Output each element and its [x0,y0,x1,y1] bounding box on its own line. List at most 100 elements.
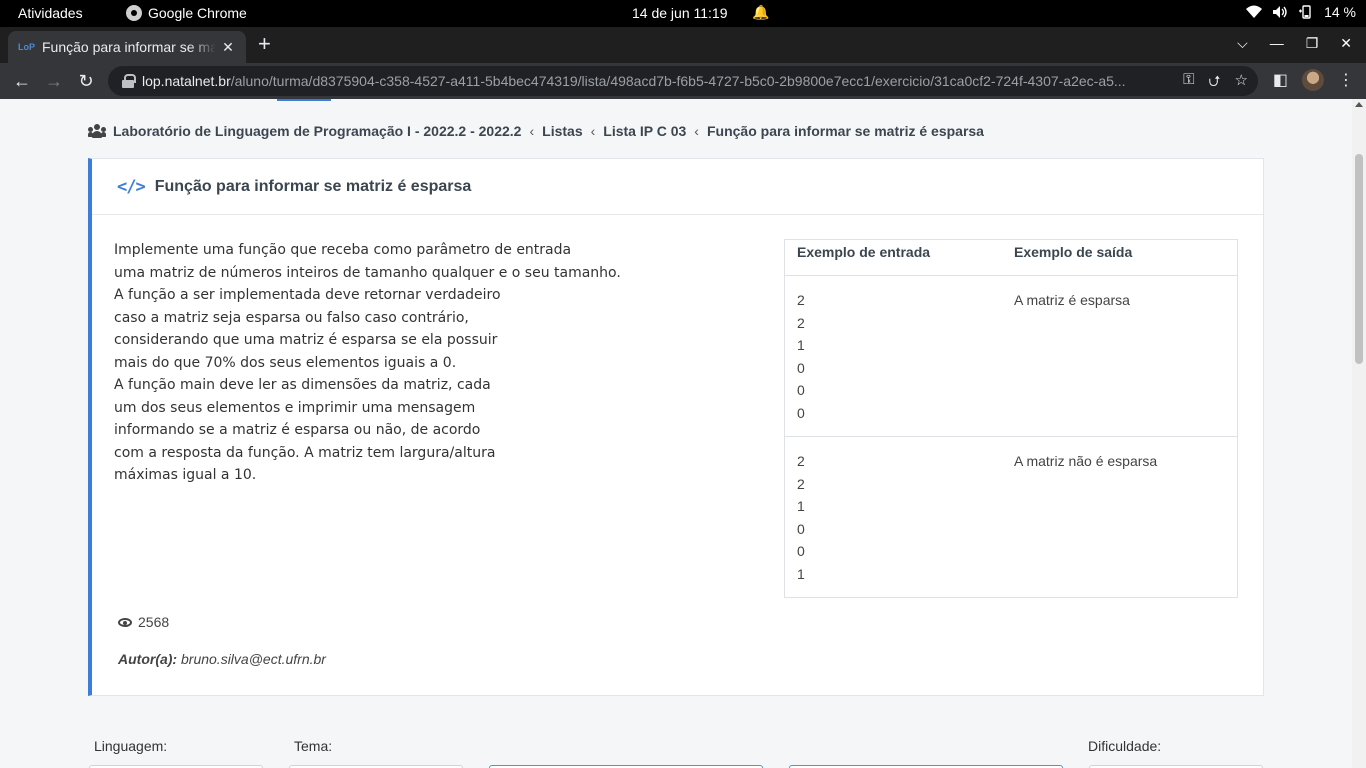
wifi-icon [1246,5,1263,18]
chrome-icon [126,5,142,21]
activities-button[interactable]: Atividades [18,5,83,21]
users-group-icon [88,124,106,138]
lock-icon[interactable] [122,74,136,88]
example-output: A matriz não é esparsa [1014,453,1158,469]
description-line: Implemente uma função que receba como pa… [114,242,572,258]
exercise-title: Função para informar se matriz é esparsa [154,177,472,195]
battery-percent: 14 % [1324,4,1356,20]
description-line: informando se a matriz é esparsa ou não,… [114,422,481,438]
nav-active-underline [277,99,331,101]
side-panel-icon[interactable]: ◧ [1273,70,1288,90]
input-value: 0 [797,382,805,398]
input-value: 1 [797,337,805,353]
menu-kebab-icon[interactable]: ⋮ [1338,70,1354,90]
active-tab[interactable]: LoP Função para informar se matriz é esp… [8,31,246,63]
close-window-icon[interactable]: ✕ [1340,35,1352,52]
restore-icon[interactable]: ❐ [1306,35,1319,52]
scroll-up-arrow-icon[interactable] [1355,102,1363,107]
breadcrumb-list[interactable]: Lista IP C 03 [603,123,686,139]
system-top-bar: Atividades Google Chrome 14 de jun 11:19… [0,0,1366,27]
description-line: com a resposta da função. A matriz tem l… [114,444,496,461]
language-filter-label: Linguagem: [94,738,168,754]
eye-icon [118,617,132,627]
example-output: A matriz é esparsa [1014,292,1130,308]
input-value: 0 [797,404,805,421]
app-menu[interactable]: Google Chrome [126,5,247,21]
browser-toolbar: ← → ↻ lop.natalnet.br /aluno/turma/d8375… [0,63,1366,99]
chevron-left-icon: ‹ [590,123,596,139]
examples-header: Exemplo de entrada Exemplo de saída [785,240,1237,276]
input-value: 2 [797,453,805,469]
new-tab-button[interactable]: + [258,33,271,55]
site-favicon-icon: LoP [18,42,35,52]
description-line: máximas igual a 10. [114,467,257,483]
reload-icon[interactable]: ↻ [74,69,98,93]
input-value: 0 [797,520,805,537]
author-line: Autor(a): bruno.silva@ect.ufrn.br [118,651,326,667]
app-name: Google Chrome [148,5,247,21]
address-bar[interactable]: lop.natalnet.br /aluno/turma/d8375904-c3… [108,66,1258,96]
example-row: 2 2 1 0 0 0 A matriz é esparsa [785,276,1237,437]
breadcrumb-course[interactable]: Laboratório de Linguagem de Programação … [113,123,521,139]
example-input: 2 2 1 0 0 1 [785,450,1002,585]
description-line: considerando que uma matriz é esparsa se… [114,332,498,348]
omnibox-actions: ⚿ ⮍ ☆ [1183,71,1248,96]
description-line: A função a ser implementada deve retorna… [114,287,501,303]
exercise-card: </> Função para informar se matriz é esp… [88,158,1264,696]
input-value: 2 [797,314,805,331]
url-host: lop.natalnet.br [142,73,231,89]
minimize-icon[interactable]: — [1270,35,1284,52]
key-icon[interactable]: ⚿ [1183,71,1194,96]
volume-icon [1273,6,1287,18]
notification-bell-icon: 🔔 [752,4,770,20]
example-row: 2 2 1 0 0 1 A matriz não é esparsa [785,437,1237,597]
difficulty-filter-label: Dificuldade: [1088,738,1162,754]
breadcrumb: Laboratório de Linguagem de Programação … [88,123,984,139]
tab-search-chevron-icon[interactable]: ⌵ [1237,35,1248,52]
input-value: 2 [797,475,805,492]
chevron-left-icon: ‹ [529,123,535,139]
battery-icon [1299,5,1311,19]
breadcrumb-current: Função para informar se matriz é esparsa [706,123,984,139]
back-arrow-icon[interactable]: ← [10,69,34,93]
description-line: caso a matriz seja esparsa ou falso caso… [114,309,469,326]
author-email: bruno.silva@ect.ufrn.br [181,651,326,667]
description-line: A função main deve ler as dimensões da m… [114,377,491,393]
tab-title: Função para informar se matriz é esparsa [42,39,216,55]
example-input: 2 2 1 0 0 0 [785,289,1002,424]
browser-tab-strip: LoP Função para informar se matriz é esp… [0,27,1366,63]
input-value: 0 [797,543,805,559]
view-count: 2568 [118,614,169,630]
toolbar-end: ◧ ⋮ [1273,69,1354,91]
breadcrumb-lists[interactable]: Listas [542,123,582,139]
scrollbar-thumb[interactable] [1355,154,1363,364]
exercise-header: </> Função para informar se matriz é esp… [92,159,1263,215]
theme-filter-label: Tema: [294,738,333,754]
description-line: uma matriz de números inteiros de tamanh… [114,264,621,281]
code-icon: </> [117,176,146,197]
examples-table: Exemplo de entrada Exemplo de saída 2 2 … [784,239,1238,598]
system-tray[interactable]: 14 % [1246,4,1356,20]
share-icon[interactable]: ⮍ [1209,71,1221,96]
header-output: Exemplo de saída [1014,244,1133,260]
input-value: 2 [797,292,805,308]
page-scrollbar[interactable] [1352,99,1366,768]
input-value: 1 [797,498,805,514]
clock[interactable]: 14 de jun 11:19 [632,5,728,21]
input-value: 0 [797,359,805,376]
author-label: Autor(a): [118,651,178,667]
url-path: /aluno/turma/d8375904-c358-4527-a411-5b4… [230,73,1126,89]
forward-arrow-icon[interactable]: → [42,69,66,93]
description-line: mais do que 70% dos seus elementos iguai… [114,354,457,371]
profile-avatar[interactable] [1302,69,1324,91]
chevron-left-icon: ‹ [694,123,699,139]
exercise-description: Implemente uma função que receba como pa… [114,239,714,487]
views-number: 2568 [138,614,170,630]
header-input: Exemplo de entrada [797,244,931,260]
input-value: 1 [797,565,805,582]
tab-close-icon[interactable]: ✕ [220,39,236,56]
description-line: um dos seus elementos e imprimir uma men… [114,399,476,416]
bookmark-star-icon[interactable]: ☆ [1235,71,1248,96]
window-controls: ⌵ — ❐ ✕ [1237,35,1352,52]
page-viewport: Laboratório de Linguagem de Programação … [0,99,1352,768]
